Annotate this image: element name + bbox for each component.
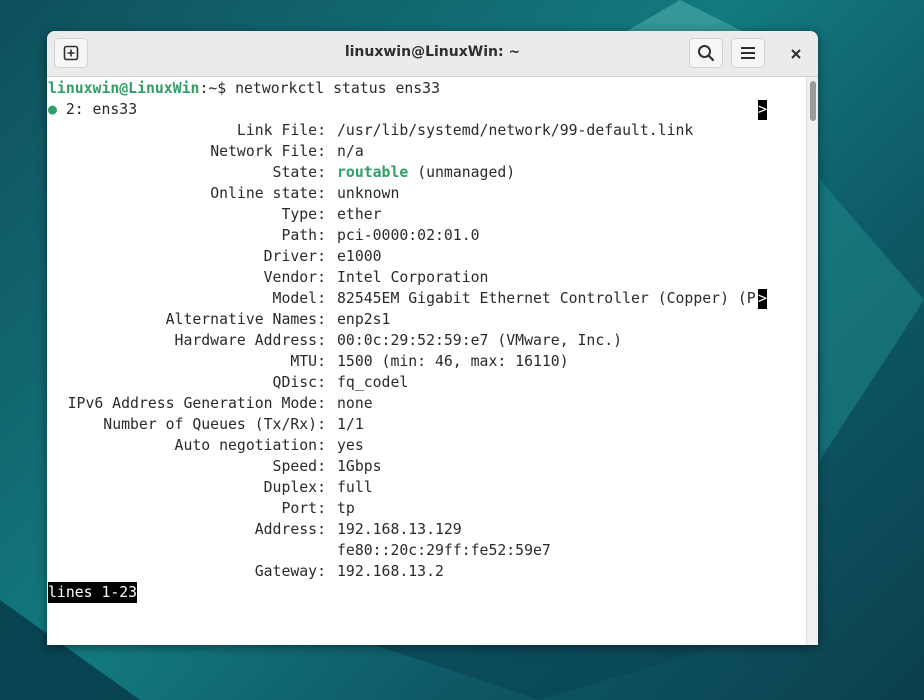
status-key: State: — [272, 164, 326, 181]
link-header-line: ● 2: ens33 — [48, 99, 137, 120]
close-button[interactable] — [785, 43, 807, 65]
status-value: fq_codel — [337, 374, 409, 391]
status-key: Hardware Address: — [174, 332, 326, 349]
status-row: State: routable (unmanaged) — [48, 162, 516, 183]
status-row: MTU: 1500 (min: 46, max: 16110) — [48, 351, 569, 372]
status-value: /usr/lib/systemd/network/99-default.link — [337, 122, 694, 139]
link-header: 2: ens33 — [56, 101, 138, 118]
status-row: Vendor: Intel Corporation — [48, 267, 489, 288]
status-value: n/a — [337, 143, 364, 160]
wallpaper-shape — [820, 180, 924, 460]
status-row: Number of Queues (Tx/Rx): 1/1 — [48, 414, 364, 435]
title-bar[interactable]: linuxwin@LinuxWin: ~ — [47, 31, 818, 77]
wallpaper-shape — [360, 640, 740, 700]
status-key: Type: — [281, 206, 326, 223]
status-key: Driver: — [263, 248, 326, 265]
terminal-output[interactable]: linuxwin@LinuxWin:~$ networkctl status e… — [47, 77, 806, 645]
menu-button[interactable] — [731, 38, 765, 68]
status-row: Auto negotiation: yes — [48, 435, 364, 456]
status-row: Online state: unknown — [48, 183, 399, 204]
overflow-marker: > — [758, 289, 767, 309]
status-value: 00:0c:29:52:59:e7 (VMware, Inc.) — [337, 332, 623, 349]
status-key: Number of Queues (Tx/Rx): — [103, 416, 326, 433]
prompt-user: linuxwin@LinuxWin — [48, 80, 200, 97]
status-value: none — [337, 395, 373, 412]
status-value: fe80::20c:29ff:fe52:59e7 — [337, 542, 551, 559]
status-key: Alternative Names: — [165, 311, 326, 328]
status-key: Path: — [281, 227, 326, 244]
status-row: Duplex: full — [48, 477, 373, 498]
status-value: full — [337, 479, 373, 496]
status-row: Speed: 1Gbps — [48, 456, 382, 477]
status-key: QDisc: — [272, 374, 326, 391]
status-key: Online state: — [210, 185, 326, 202]
status-row: Driver: e1000 — [48, 246, 382, 267]
status-row: Address: 192.168.13.129 — [48, 519, 462, 540]
status-key: Duplex: — [263, 479, 326, 496]
status-row: Link File: /usr/lib/systemd/network/99-de… — [48, 120, 693, 141]
prompt-path: :~$ — [199, 80, 236, 97]
status-value: 82545EM Gigabit Ethernet Controller (Cop… — [337, 290, 756, 307]
status-key: Gateway: — [254, 563, 326, 580]
status-key: Port: — [281, 500, 326, 517]
status-value: Intel Corporation — [337, 269, 489, 286]
close-icon — [791, 49, 801, 59]
link-status-dot: ● — [48, 101, 57, 118]
command-line: linuxwin@LinuxWin:~$ networkctl status e… — [48, 78, 440, 99]
status-value-suffix: (unmanaged) — [408, 164, 516, 181]
status-row: IPv6 Address Generation Mode: none — [48, 393, 373, 414]
status-value: enp2s1 — [337, 311, 391, 328]
status-row: Hardware Address: 00:0c:29:52:59:e7 (VMwa… — [48, 330, 623, 351]
status-row: Network File: n/a — [48, 141, 364, 162]
hamburger-menu-icon — [741, 47, 755, 59]
status-row: QDisc: fq_codel — [48, 372, 409, 393]
status-value: e1000 — [337, 248, 382, 265]
status-value: yes — [337, 437, 364, 454]
status-value: 192.168.13.2 — [337, 563, 444, 580]
status-key: Vendor: — [263, 269, 326, 286]
status-value: pci-0000:02:01.0 — [337, 227, 480, 244]
status-value: 1/1 — [337, 416, 364, 433]
command-text: networkctl status ens33 — [235, 80, 440, 97]
status-value: routable — [337, 164, 409, 181]
terminal-window[interactable]: linuxwin@LinuxWin: ~ linuxwin@LinuxWin:~… — [47, 31, 818, 645]
status-row: fe80::20c:29ff:fe52:59e7 — [48, 540, 551, 561]
status-key: Speed: — [272, 458, 326, 475]
status-value: 1Gbps — [337, 458, 382, 475]
status-key: Address: — [254, 521, 326, 538]
status-row: Gateway: 192.168.13.2 — [48, 561, 444, 582]
status-key: Auto negotiation: — [174, 437, 326, 454]
status-row: Type: ether — [48, 204, 382, 225]
overflow-marker: > — [758, 100, 767, 120]
status-value: tp — [337, 500, 355, 517]
status-row: Model: 82545EM Gigabit Ethernet Controlle… — [48, 288, 756, 309]
status-value: ether — [337, 206, 382, 223]
scrollbar[interactable] — [806, 77, 818, 645]
status-row: Alternative Names: enp2s1 — [48, 309, 391, 330]
scrollbar-thumb[interactable] — [810, 81, 816, 121]
status-key: Link File: — [236, 122, 326, 139]
status-key: Network File: — [210, 143, 326, 160]
search-button[interactable] — [689, 38, 723, 68]
search-icon — [698, 45, 715, 62]
status-key: Model: — [272, 290, 326, 307]
status-value: 192.168.13.129 — [337, 521, 462, 538]
status-key: IPv6 Address Generation Mode: — [67, 395, 326, 412]
status-row: Path: pci-0000:02:01.0 — [48, 225, 480, 246]
status-value: unknown — [337, 185, 400, 202]
status-row: Port: tp — [48, 498, 355, 519]
pager-status: lines 1-23 — [48, 582, 138, 603]
status-key: MTU: — [290, 353, 326, 370]
status-value: 1500 (min: 46, max: 16110) — [337, 353, 569, 370]
